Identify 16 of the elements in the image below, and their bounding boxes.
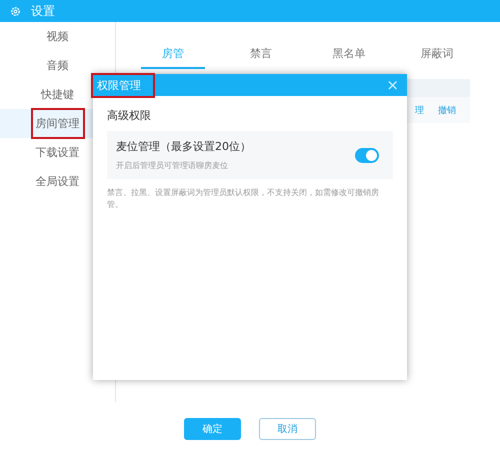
tab[interactable]: 房管 <box>141 46 205 69</box>
dialog-title: 权限管理 <box>91 72 155 98</box>
window-title: 设置 <box>31 2 55 20</box>
cancel-button[interactable]: 取消 <box>259 418 316 440</box>
option-description: 开启后管理员可管理语聊房麦位 <box>116 160 229 171</box>
action-link[interactable]: 撤销 <box>438 104 456 116</box>
confirm-button[interactable]: 确定 <box>184 418 241 440</box>
sidebar-item[interactable]: 视频 <box>0 22 115 51</box>
note-text: 禁言、拉黑、设置屏蔽词为管理员默认权限，不支持关闭，如需修改可撤销房管。 <box>107 187 380 211</box>
tab[interactable]: 禁言 <box>229 46 293 69</box>
action-link[interactable]: 理 <box>415 104 424 116</box>
tab[interactable]: 屏蔽词 <box>405 46 469 69</box>
settings-icon <box>10 6 21 16</box>
toggle-switch[interactable] <box>355 148 379 162</box>
tab[interactable]: 黑名单 <box>317 46 381 69</box>
option-title: 麦位管理（最多设置20位） <box>116 139 251 154</box>
